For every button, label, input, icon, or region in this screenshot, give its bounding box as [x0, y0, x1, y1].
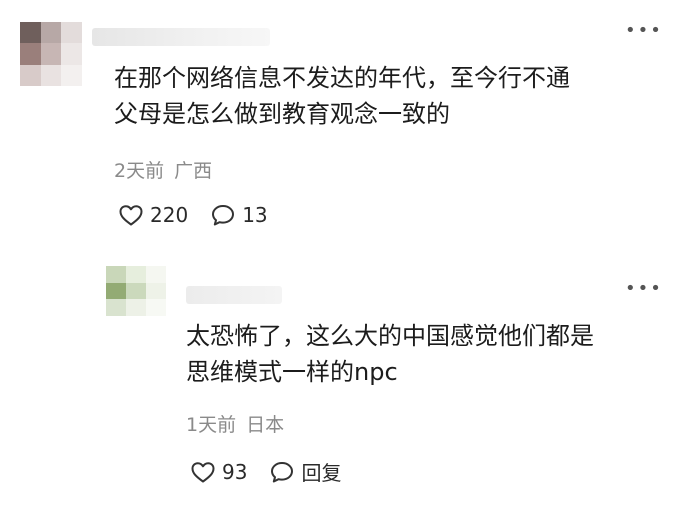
avatar-pixel: [146, 282, 166, 300]
comment-text: 在那个网络信息不发达的年代，至今行不通 父母是怎么做到教育观念一致的: [114, 60, 674, 132]
avatar-pixel: [146, 299, 166, 316]
avatar-pixel: [106, 266, 126, 283]
comment-line: 太恐怖了，这么大的中国感觉他们都是: [186, 322, 594, 350]
like-button[interactable]: 93: [190, 460, 247, 484]
reply-button[interactable]: 回复: [269, 457, 341, 486]
avatar-pixel: [20, 22, 41, 44]
comment-time: 1天前: [186, 414, 237, 436]
comment-meta: 1天前 日本: [186, 410, 284, 437]
avatar-pixel: [61, 64, 82, 86]
comment-actions: 220 13: [118, 203, 268, 227]
avatar-pixel: [126, 266, 146, 283]
avatar[interactable]: [20, 22, 82, 86]
comment-location: 日本: [246, 414, 285, 436]
avatar[interactable]: [106, 266, 166, 316]
more-dots-icon[interactable]: •••: [625, 20, 663, 41]
avatar-pixel: [126, 282, 146, 300]
avatar-pixel: [61, 43, 82, 65]
heart-outline-icon: [191, 461, 215, 482]
more-dots-icon[interactable]: •••: [625, 278, 663, 299]
avatar-pixel: [61, 22, 82, 44]
comment-text: 太恐怖了，这么大的中国感觉他们都是 思维模式一样的npc: [186, 318, 676, 390]
avatar-pixel: [40, 64, 62, 86]
comment-line: 思维模式一样的npc: [186, 358, 398, 386]
comment-meta: 2天前 广西: [114, 156, 212, 183]
avatar-pixel: [106, 299, 126, 316]
reply-label: 回复: [301, 461, 342, 485]
reply-button[interactable]: 13: [210, 203, 268, 227]
username-blurred[interactable]: [92, 28, 270, 46]
speech-bubble-icon: [212, 205, 235, 226]
like-count: 93: [222, 459, 248, 484]
avatar-pixel: [106, 282, 126, 300]
speech-bubble-icon: [271, 461, 294, 482]
avatar-pixel: [146, 266, 166, 283]
avatar-pixel: [40, 22, 62, 44]
avatar-pixel: [40, 43, 62, 65]
like-count: 220: [150, 203, 189, 227]
heart-outline-icon: [119, 205, 143, 226]
comment-line: 在那个网络信息不发达的年代，至今行不通: [114, 64, 570, 92]
username-blurred[interactable]: [186, 286, 282, 304]
like-button[interactable]: 220: [118, 203, 188, 227]
comment-actions: 93 回复: [190, 457, 341, 486]
comment-line: 父母是怎么做到教育观念一致的: [114, 100, 450, 128]
reply-count: 13: [242, 203, 268, 227]
comment-location: 广西: [174, 160, 213, 182]
avatar-pixel: [126, 299, 146, 316]
comment-time: 2天前: [114, 160, 165, 182]
avatar-pixel: [20, 43, 41, 65]
avatar-pixel: [20, 64, 41, 86]
